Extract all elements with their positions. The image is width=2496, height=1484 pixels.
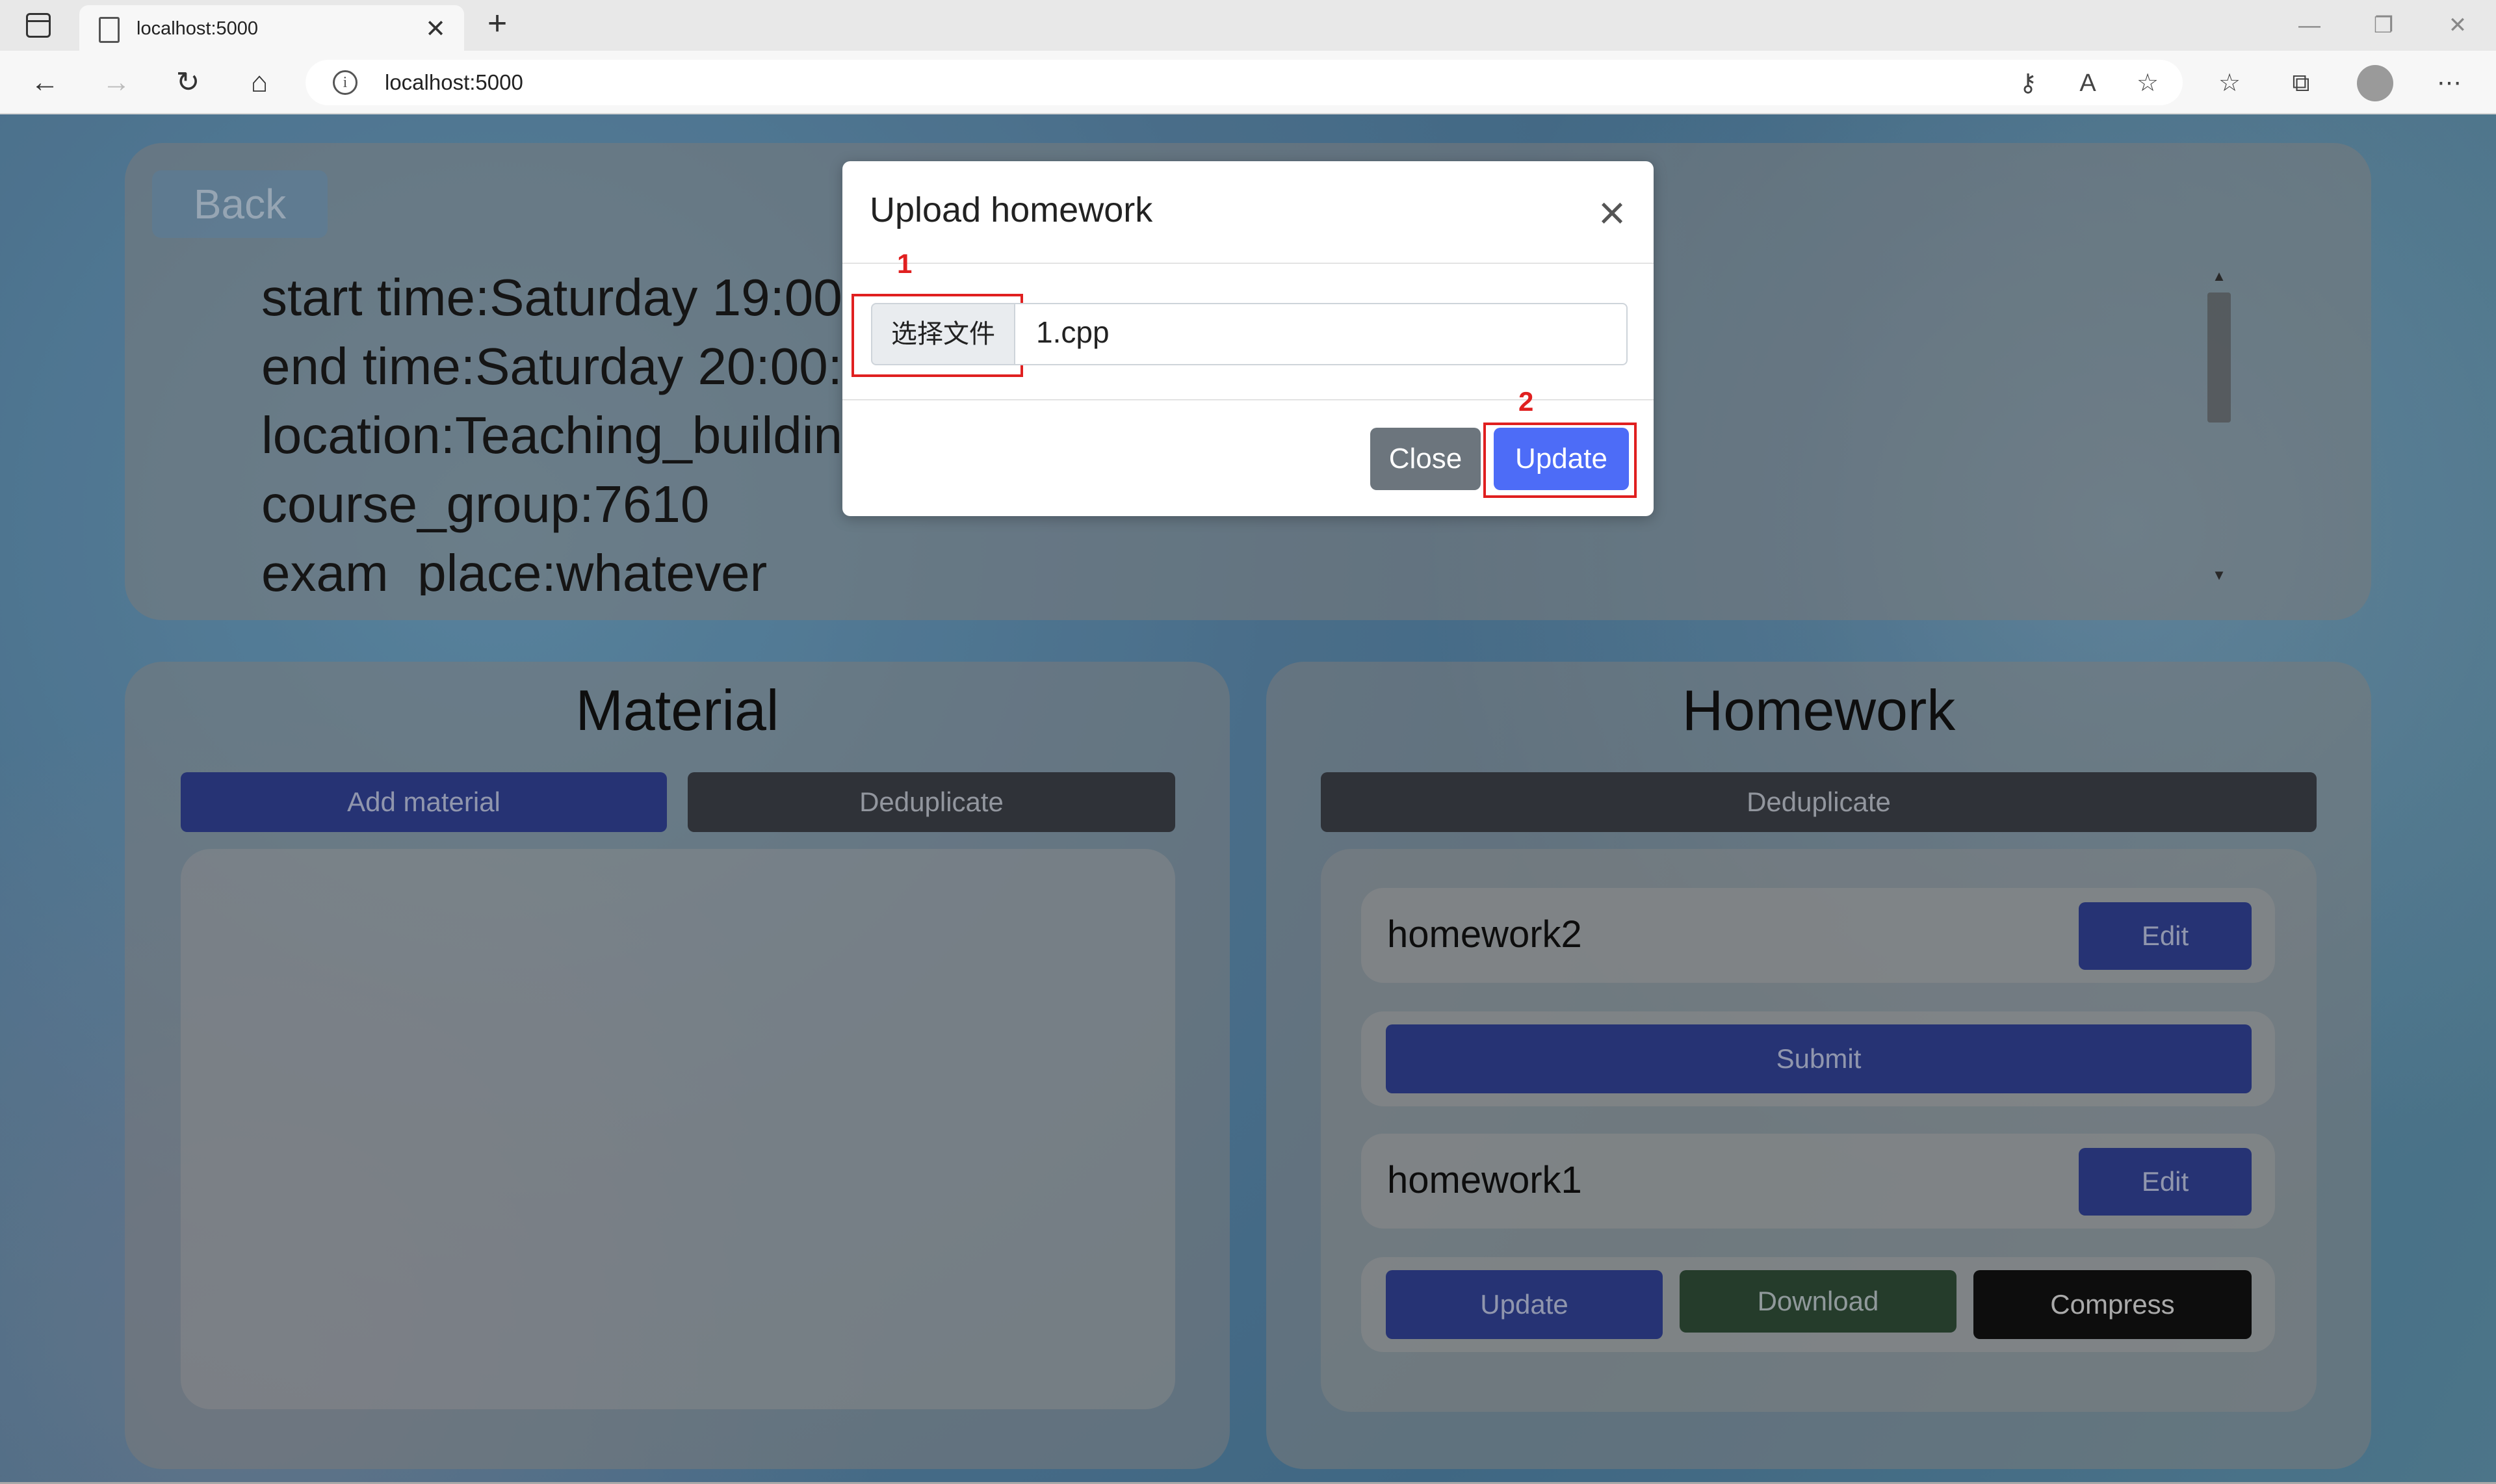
read-aloud-icon[interactable]: A xyxy=(2070,65,2106,101)
annotation-label-1: 1 xyxy=(897,248,913,279)
add-favorite-icon[interactable]: ☆ xyxy=(2129,65,2166,101)
close-button[interactable]: Close xyxy=(1370,428,1481,490)
restore-button[interactable]: ❐ xyxy=(2361,7,2406,44)
annotation-label-2: 2 xyxy=(1518,386,1534,417)
file-name: 1.cpp xyxy=(1036,315,1110,349)
update-button[interactable]: Update xyxy=(1494,428,1629,490)
window-close-button[interactable]: ✕ xyxy=(2435,7,2480,44)
minimize-button[interactable]: — xyxy=(2287,7,2332,44)
choose-file-button[interactable]: 选择文件 xyxy=(871,303,1015,365)
favorites-icon[interactable]: ☆ xyxy=(2211,65,2248,101)
close-icon[interactable]: × xyxy=(1594,190,1630,237)
more-icon[interactable]: ⋯ xyxy=(2431,65,2467,101)
collections-icon[interactable]: ⧉ xyxy=(2283,65,2319,101)
modal-title: Upload homework xyxy=(870,190,1153,229)
modal-header-divider xyxy=(842,263,1654,264)
key-icon[interactable]: ⚷ xyxy=(2010,65,2046,101)
profile-avatar[interactable] xyxy=(2357,65,2393,101)
